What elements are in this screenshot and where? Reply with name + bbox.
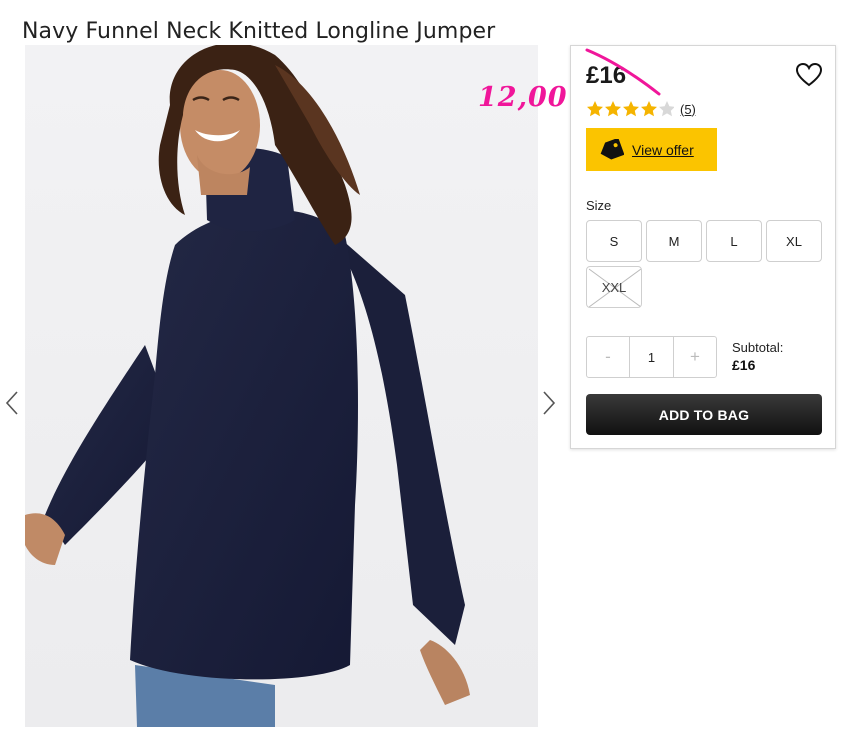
star-empty-icon: [659, 101, 674, 117]
price-strikethrough-mark: [585, 48, 661, 96]
subtotal: Subtotal: £16: [732, 340, 783, 373]
size-option-l[interactable]: L: [706, 220, 762, 262]
product-image: [25, 45, 538, 727]
star-icon: [623, 101, 639, 117]
quantity-increase-button[interactable]: +: [674, 337, 716, 377]
star-icon: [605, 101, 621, 117]
quantity-decrease-button[interactable]: -: [587, 337, 629, 377]
wishlist-button[interactable]: [795, 62, 823, 93]
view-offer-label: View offer: [632, 141, 694, 158]
handwritten-price-annotation: 12,00: [478, 82, 568, 113]
star-icon: [641, 101, 657, 117]
size-option-xl[interactable]: XL: [766, 220, 822, 262]
product-rating: (5): [586, 100, 696, 118]
gallery-next-button[interactable]: [539, 388, 559, 418]
add-to-bag-button[interactable]: ADD TO BAG: [586, 394, 822, 435]
review-count-link[interactable]: (5): [680, 102, 696, 117]
model-photo: [25, 45, 470, 727]
chevron-right-icon: [543, 391, 556, 415]
view-offer-button[interactable]: View offer: [586, 128, 717, 171]
quantity-value[interactable]: 1: [629, 337, 674, 377]
product-title: Navy Funnel Neck Knitted Longline Jumper: [22, 18, 496, 44]
star-icon: [587, 101, 603, 117]
chevron-left-icon: [5, 391, 18, 415]
subtotal-amount: £16: [732, 357, 756, 373]
rating-stars: [587, 101, 674, 117]
quantity-stepper: - 1 +: [586, 336, 717, 378]
size-option-s[interactable]: S: [586, 220, 642, 262]
size-option-xxl-label: XXL: [601, 279, 627, 295]
size-option-m[interactable]: M: [646, 220, 702, 262]
size-label: Size: [586, 198, 612, 213]
subtotal-label: Subtotal:: [732, 340, 784, 355]
purchase-panel: £16 (5) View offer Size S M L XL XXL - 1…: [570, 45, 836, 449]
heart-icon: [795, 62, 823, 87]
price-tag-icon: [600, 138, 624, 159]
gallery-prev-button[interactable]: [2, 388, 22, 418]
size-option-xxl-unavailable: XXL: [586, 266, 642, 308]
